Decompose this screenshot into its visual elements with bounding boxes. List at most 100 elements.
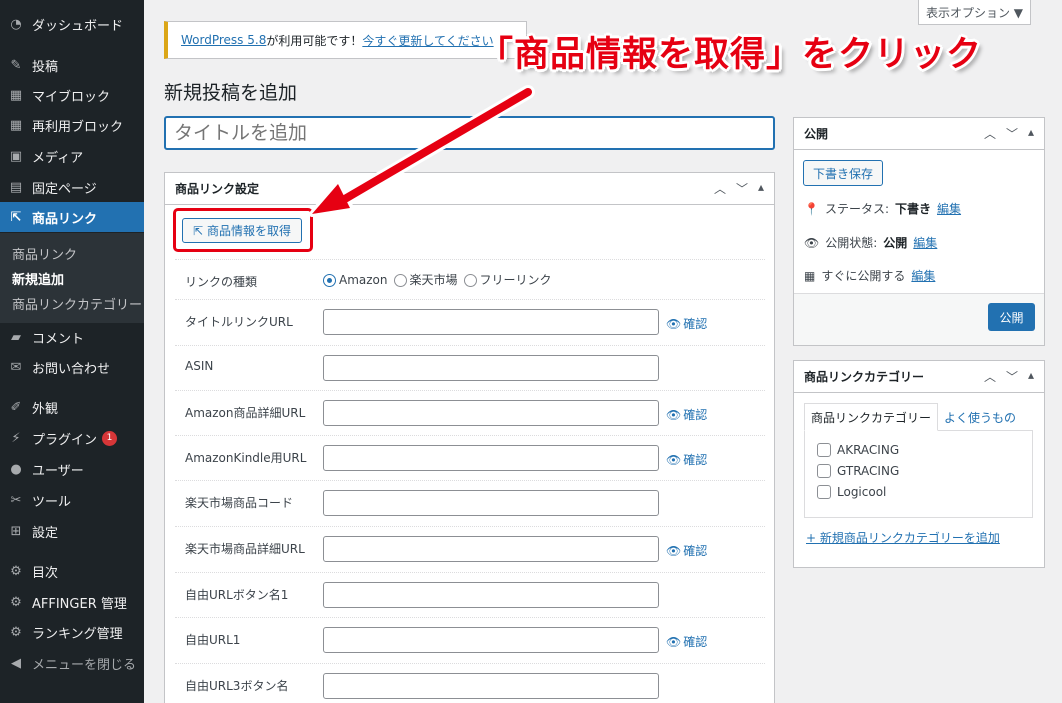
form-row-link-type: リンクの種類 Amazon 楽天市場 フリーリンク <box>175 259 765 304</box>
submenu-product-links[interactable]: 商品リンク <box>12 244 77 263</box>
gear-icon: ⚙ <box>10 624 22 640</box>
media-icon: ▣ <box>9 148 23 164</box>
edit-schedule-link[interactable]: 編集 <box>911 267 935 284</box>
menu-settings[interactable]: ⊞ 設定 <box>0 516 144 546</box>
checkbox[interactable] <box>817 485 831 499</box>
form-row: 自由URLボタン名1 <box>175 572 765 617</box>
rakuten-detail-url-input[interactable] <box>323 536 659 562</box>
post-title-input[interactable] <box>164 116 775 150</box>
tab-popular-categories[interactable]: よく使うもの <box>938 403 1022 431</box>
form-row: Amazon商品詳細URL 👁 確認 <box>175 390 765 435</box>
confirm-link[interactable]: 👁 確認 <box>666 542 707 559</box>
publish-footer: 公開 <box>794 293 1044 345</box>
edit-visibility-link[interactable]: 編集 <box>913 234 937 251</box>
collapse-menu[interactable]: ◀ メニューを閉じる <box>0 648 144 678</box>
menu-toc[interactable]: ⚙ 目次 <box>0 556 144 586</box>
gear-icon: ⚙ <box>10 563 22 579</box>
category-checklist: AKRACING GTRACING Logicool <box>804 430 1033 518</box>
form-row: ASIN <box>175 345 765 390</box>
menu-appearance[interactable]: ✐ 外観 <box>0 392 144 422</box>
field-label: タイトルリンクURL <box>185 315 293 329</box>
toggle-panel-icon[interactable]: ▴ <box>1028 368 1034 385</box>
menu-dashboard[interactable]: ◔ ダッシュボード <box>0 9 144 39</box>
eye-icon: 👁 <box>666 316 682 331</box>
move-down-icon[interactable]: ﹀ <box>1006 368 1018 385</box>
screen-options-button[interactable]: 表示オプション ▼ <box>918 0 1031 25</box>
form-row: AmazonKindle用URL 👁 確認 <box>175 435 765 480</box>
page-icon: ▤ <box>9 179 23 195</box>
submenu-add-new[interactable]: 新規追加 <box>12 269 64 288</box>
toggle-panel-icon[interactable]: ▴ <box>758 180 764 197</box>
amazon-kindle-url-input[interactable] <box>323 445 659 471</box>
menu-my-blocks[interactable]: ▦ マイブロック <box>0 80 144 110</box>
menu-tools[interactable]: ✂ ツール <box>0 485 144 515</box>
plugin-icon: ⚡ <box>11 430 21 446</box>
eye-icon: 👁 <box>666 452 682 467</box>
calendar-icon: ▦ <box>804 268 816 283</box>
category-item[interactable]: AKRACING <box>817 443 899 457</box>
asin-input[interactable] <box>323 355 659 381</box>
form-row: 自由URL1 👁 確認 <box>175 617 765 662</box>
confirm-link[interactable]: 👁 確認 <box>666 451 707 468</box>
pin-icon: 📍 <box>804 201 819 216</box>
menu-contact[interactable]: ✉ お問い合わせ <box>0 352 144 382</box>
confirm-link[interactable]: 👁 確認 <box>666 315 707 332</box>
radio-free-link[interactable]: フリーリンク <box>463 271 552 288</box>
menu-product-links[interactable]: ⇱ 商品リンク <box>0 202 144 232</box>
amazon-detail-url-input[interactable] <box>323 400 659 426</box>
category-item[interactable]: Logicool <box>817 485 886 499</box>
dashboard-icon: ◔ <box>10 16 22 32</box>
wordpress-version-link[interactable]: WordPress 5.8 <box>181 33 266 47</box>
menu-posts[interactable]: ✎ 投稿 <box>0 50 144 80</box>
field-label: Amazon商品詳細URL <box>185 406 306 420</box>
add-new-category-link[interactable]: + 新規商品リンクカテゴリーを追加 <box>806 529 1000 546</box>
plugin-update-badge: 1 <box>102 430 118 446</box>
move-up-icon[interactable]: ︿ <box>714 180 726 197</box>
checkbox[interactable] <box>817 464 831 478</box>
free-url3-button-name-input[interactable] <box>323 673 659 699</box>
update-now-link[interactable]: 今すぐ更新してください <box>362 32 493 49</box>
form-row: 自由URL3ボタン名 <box>175 663 765 703</box>
field-label: ASIN <box>185 359 214 373</box>
schedule-row: ▦ すぐに公開する 編集 <box>804 267 936 284</box>
menu-reusable-blocks[interactable]: ▦ 再利用ブロック <box>0 110 144 140</box>
menu-plugins[interactable]: ⚡ プラグイン 1 <box>0 423 144 453</box>
wrench-icon: ✂ <box>10 492 22 508</box>
menu-users[interactable]: ● ユーザー <box>0 454 144 484</box>
move-down-icon[interactable]: ﹀ <box>1006 125 1018 142</box>
move-up-icon[interactable]: ︿ <box>984 368 996 385</box>
box-title: 公開 <box>804 127 829 141</box>
toggle-panel-icon[interactable]: ▴ <box>1028 125 1034 142</box>
publish-button[interactable]: 公開 <box>988 303 1035 331</box>
confirm-link[interactable]: 👁 確認 <box>666 406 707 423</box>
category-item[interactable]: GTRACING <box>817 464 899 478</box>
submenu-link-categories[interactable]: 商品リンクカテゴリー <box>12 294 142 313</box>
eye-icon: 👁 <box>666 634 682 649</box>
radio-rakuten[interactable]: 楽天市場 <box>393 271 458 288</box>
block-icon: ▦ <box>9 117 23 133</box>
eye-icon: 👁 <box>666 543 682 558</box>
menu-media[interactable]: ▣ メディア <box>0 141 144 171</box>
fetch-product-info-button[interactable]: ⇱ 商品情報を取得 <box>182 218 302 243</box>
menu-pages[interactable]: ▤ 固定ページ <box>0 172 144 202</box>
move-down-icon[interactable]: ﹀ <box>736 180 748 197</box>
field-label: 自由URLボタン名1 <box>185 588 289 602</box>
checkbox[interactable] <box>817 443 831 457</box>
box-header: 商品リンクカテゴリー ︿ ﹀ ▴ <box>794 361 1044 393</box>
menu-ranking[interactable]: ⚙ ランキング管理 <box>0 617 144 647</box>
menu-affinger[interactable]: ⚙ AFFINGER 管理 <box>0 587 144 617</box>
settings-icon: ⊞ <box>10 523 22 539</box>
form-row: タイトルリンクURL 👁 確認 <box>175 299 765 344</box>
menu-comments[interactable]: ▰ コメント <box>0 322 144 352</box>
move-up-icon[interactable]: ︿ <box>984 125 996 142</box>
product-links-submenu: 商品リンク 新規追加 商品リンクカテゴリー <box>0 233 144 323</box>
edit-status-link[interactable]: 編集 <box>937 200 961 217</box>
free-url-input[interactable] <box>323 627 659 653</box>
tab-all-categories[interactable]: 商品リンクカテゴリー <box>804 403 939 431</box>
rakuten-product-code-input[interactable] <box>323 490 659 516</box>
save-draft-button[interactable]: 下書き保存 <box>803 160 883 186</box>
title-link-url-input[interactable] <box>323 309 659 335</box>
free-url-button-name-input[interactable] <box>323 582 659 608</box>
confirm-link[interactable]: 👁 確認 <box>666 633 707 650</box>
radio-amazon[interactable]: Amazon <box>323 273 388 287</box>
